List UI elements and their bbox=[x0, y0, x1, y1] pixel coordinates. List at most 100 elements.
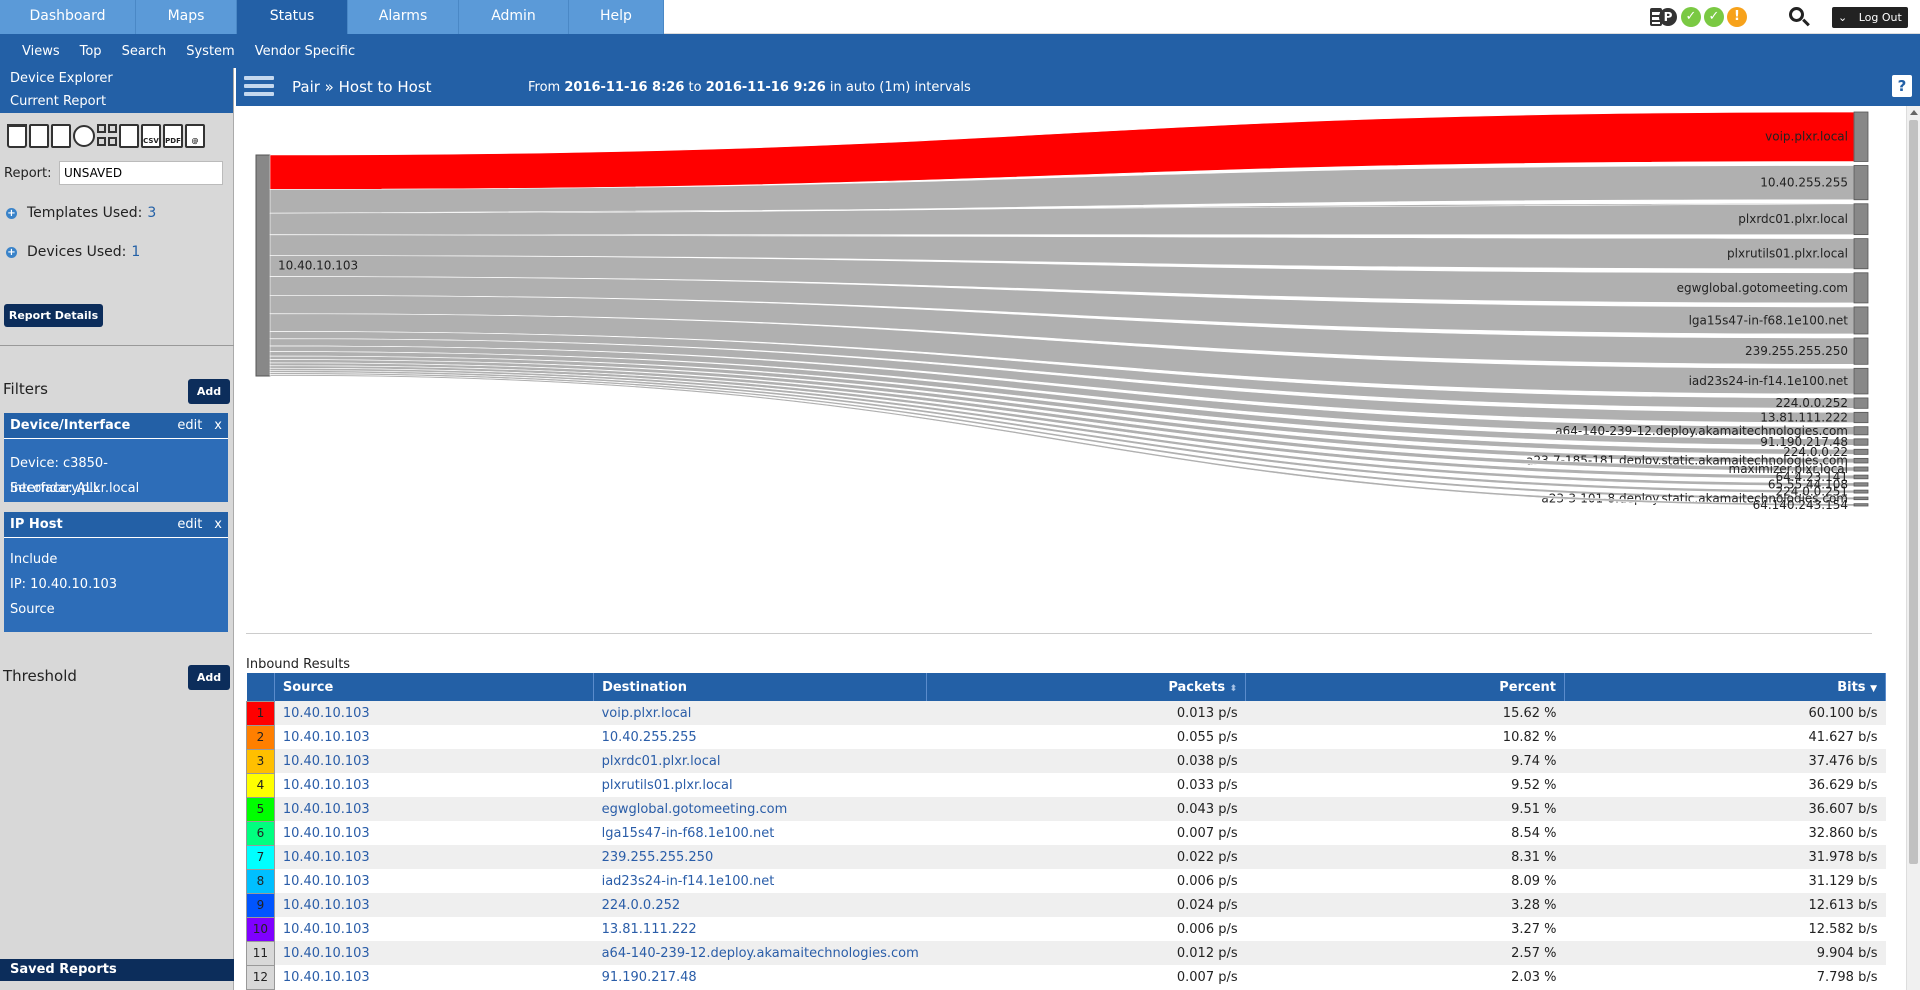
add-filter-button[interactable]: Add bbox=[188, 379, 230, 404]
table-row[interactable]: 9 10.40.10.103 224.0.0.252 0.024 p/s 3.28 % 1… bbox=[246, 892, 1886, 918]
status-ok-icon[interactable]: ✓ bbox=[1704, 7, 1724, 27]
tab-help[interactable]: Help bbox=[569, 0, 664, 34]
destination-link[interactable]: lga15s47-in-f68.1e100.net bbox=[593, 821, 927, 845]
report-name-input[interactable] bbox=[59, 161, 223, 185]
table-row[interactable]: 4 10.40.10.103 plxrutils01.plxr.local 0.033… bbox=[246, 772, 1886, 798]
destination-link[interactable]: egwglobal.gotomeeting.com bbox=[593, 797, 927, 821]
sankey-target-node[interactable] bbox=[1853, 238, 1869, 270]
sankey-target-node[interactable] bbox=[1853, 397, 1869, 409]
sankey-target-node[interactable] bbox=[1853, 165, 1869, 201]
menu-icon[interactable] bbox=[244, 76, 274, 98]
expand-icon[interactable]: + bbox=[6, 246, 17, 258]
packets-column-header[interactable]: Packets ⬍ bbox=[926, 673, 1247, 701]
destination-column-header[interactable]: Destination bbox=[593, 673, 928, 701]
vertical-scrollbar[interactable] bbox=[1906, 106, 1920, 990]
table-row[interactable]: 8 10.40.10.103 iad23s24-in-f14.1e100.net 0.… bbox=[246, 868, 1886, 894]
table-row[interactable]: 11 10.40.10.103 a64-140-239-12.deploy.akam… bbox=[246, 940, 1886, 966]
table-row[interactable]: 12 10.40.10.103 91.190.217.48 0.007 p/s 2.03… bbox=[246, 964, 1886, 990]
csv-export-icon[interactable]: CSV bbox=[141, 124, 161, 148]
table-row[interactable]: 10 10.40.10.103 13.81.111.222 0.006 p/s 3.27… bbox=[246, 916, 1886, 942]
current-report-link[interactable]: Current Report bbox=[0, 91, 233, 113]
table-row[interactable]: 5 10.40.10.103 egwglobal.gotomeeting.com 0.… bbox=[246, 796, 1886, 822]
subnav-system[interactable]: System bbox=[186, 44, 234, 59]
destination-link[interactable]: 10.40.255.255 bbox=[593, 725, 927, 749]
scroll-up-icon[interactable] bbox=[1910, 110, 1918, 115]
sankey-target-node[interactable] bbox=[1853, 482, 1869, 487]
sankey-target-node[interactable] bbox=[1853, 111, 1869, 162]
sankey-target-node[interactable] bbox=[1853, 489, 1869, 494]
destination-link[interactable]: 91.190.217.48 bbox=[593, 965, 927, 989]
sankey-target-node[interactable] bbox=[1853, 448, 1869, 455]
table-row[interactable]: 1 10.40.10.103 voip.plxr.local 0.013 p/s 15.… bbox=[246, 700, 1886, 726]
sankey-target-node[interactable] bbox=[1853, 306, 1869, 335]
source-link[interactable]: 10.40.10.103 bbox=[274, 917, 594, 941]
sankey-target-node[interactable] bbox=[1853, 367, 1869, 395]
logout-button[interactable]: ⌄ Log Out bbox=[1832, 7, 1908, 28]
destination-link[interactable]: 224.0.0.252 bbox=[593, 893, 927, 917]
sort-desc-icon[interactable]: ▼ bbox=[1870, 684, 1877, 694]
destination-link[interactable]: plxrutils01.plxr.local bbox=[593, 773, 927, 797]
sankey-target-node[interactable] bbox=[1853, 272, 1869, 304]
source-link[interactable]: 10.40.10.103 bbox=[274, 845, 594, 869]
table-row[interactable]: 2 10.40.10.103 10.40.255.255 0.055 p/s 10.82… bbox=[246, 724, 1886, 750]
devices-used-row[interactable]: + Devices Used: 1 bbox=[0, 242, 233, 262]
save-icon[interactable] bbox=[29, 124, 49, 148]
destination-link[interactable]: voip.plxr.local bbox=[593, 701, 927, 725]
print-icon[interactable] bbox=[119, 124, 139, 148]
report-details-button[interactable]: Report Details bbox=[4, 304, 103, 327]
sankey-source-node[interactable] bbox=[255, 154, 271, 377]
email-export-icon[interactable]: @ bbox=[185, 124, 205, 148]
destination-link[interactable]: a64-140-239-12.deploy.akamaitechnologies… bbox=[593, 941, 927, 965]
poller-status-icon[interactable]: P bbox=[1650, 6, 1678, 28]
tab-maps[interactable]: Maps bbox=[136, 0, 237, 34]
sort-icon[interactable]: ⬍ bbox=[1230, 684, 1238, 694]
sankey-target-node[interactable] bbox=[1853, 426, 1869, 436]
delete-icon[interactable] bbox=[7, 124, 27, 148]
status-warning-icon[interactable]: ! bbox=[1727, 7, 1747, 27]
source-link[interactable]: 10.40.10.103 bbox=[274, 773, 594, 797]
devices-used-count[interactable]: 1 bbox=[131, 244, 140, 260]
destination-link[interactable]: iad23s24-in-f14.1e100.net bbox=[593, 869, 927, 893]
bits-column-header[interactable]: Bits ▼ bbox=[1564, 673, 1886, 701]
subnav-views[interactable]: Views bbox=[22, 44, 60, 59]
destination-link[interactable]: plxrdc01.plxr.local bbox=[593, 749, 927, 773]
help-icon[interactable]: ? bbox=[1892, 75, 1912, 97]
add-threshold-button[interactable]: Add bbox=[188, 665, 230, 690]
remove-filter-button[interactable]: x bbox=[214, 517, 222, 532]
source-link[interactable]: 10.40.10.103 bbox=[274, 893, 594, 917]
sankey-target-node[interactable] bbox=[1853, 411, 1869, 424]
source-link[interactable]: 10.40.10.103 bbox=[274, 869, 594, 893]
templates-used-count[interactable]: 3 bbox=[147, 205, 156, 221]
sankey-target-node[interactable] bbox=[1853, 466, 1869, 472]
table-row[interactable]: 6 10.40.10.103 lga15s47-in-f68.1e100.net 0.… bbox=[246, 820, 1886, 846]
sankey-target-node[interactable] bbox=[1853, 503, 1869, 507]
status-ok-icon[interactable]: ✓ bbox=[1681, 7, 1701, 27]
search-icon[interactable] bbox=[1788, 6, 1810, 28]
source-link[interactable]: 10.40.10.103 bbox=[274, 941, 594, 965]
layout-grid-icon[interactable] bbox=[97, 124, 117, 148]
subnav-top[interactable]: Top bbox=[80, 44, 102, 59]
source-link[interactable]: 10.40.10.103 bbox=[274, 797, 594, 821]
sankey-target-node[interactable] bbox=[1853, 337, 1869, 365]
source-link[interactable]: 10.40.10.103 bbox=[274, 749, 594, 773]
sankey-target-node[interactable] bbox=[1853, 474, 1869, 480]
source-link[interactable]: 10.40.10.103 bbox=[274, 821, 594, 845]
templates-used-row[interactable]: + Templates Used: 3 bbox=[0, 203, 233, 223]
source-link[interactable]: 10.40.10.103 bbox=[274, 701, 594, 725]
sankey-target-node[interactable] bbox=[1853, 457, 1869, 464]
clock-icon[interactable] bbox=[73, 125, 95, 147]
tab-dashboard[interactable]: Dashboard bbox=[0, 0, 136, 34]
subnav-search[interactable]: Search bbox=[122, 44, 167, 59]
sankey-target-node[interactable] bbox=[1853, 496, 1869, 501]
sankey-target-node[interactable] bbox=[1853, 438, 1869, 446]
edit-filter-link[interactable]: edit bbox=[177, 517, 202, 532]
tab-alarms[interactable]: Alarms bbox=[348, 0, 459, 34]
percent-column-header[interactable]: Percent bbox=[1245, 673, 1565, 701]
tab-status[interactable]: Status bbox=[237, 0, 348, 34]
sankey-target-node[interactable] bbox=[1853, 203, 1869, 236]
expand-icon[interactable]: + bbox=[6, 207, 17, 219]
edit-filter-link[interactable]: edit bbox=[177, 418, 202, 433]
scrollbar-thumb[interactable] bbox=[1909, 120, 1918, 864]
remove-filter-button[interactable]: x bbox=[214, 418, 222, 433]
saved-reports-link[interactable]: Saved Reports bbox=[0, 959, 234, 981]
